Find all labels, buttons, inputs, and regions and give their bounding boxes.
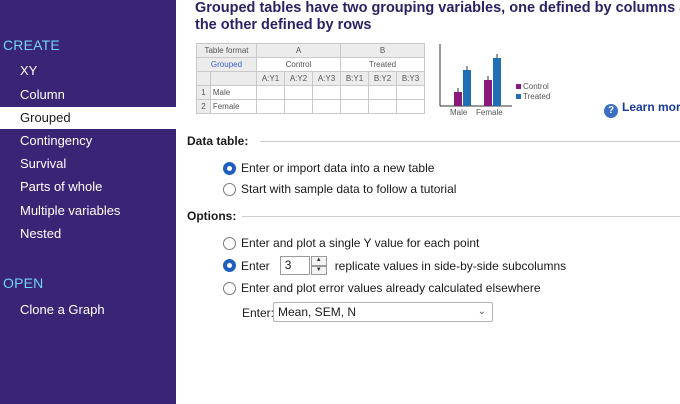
- table-cell: [284, 99, 313, 114]
- bar-female-control: [484, 80, 492, 106]
- row-title: Male: [209, 85, 258, 100]
- row-number: 2: [196, 99, 211, 114]
- radio-label: Enter and plot a single Y value for each…: [241, 236, 480, 250]
- radio-option-replicates[interactable]: Enter 3 ▲ ▼ replicate values in side-by-…: [223, 256, 566, 275]
- sidebar: CREATE XY Column Grouped Contingency Sur…: [0, 0, 176, 404]
- radio-button[interactable]: [223, 281, 236, 295]
- table-cell: [368, 85, 397, 100]
- sidebar-item-column[interactable]: Column: [0, 84, 176, 106]
- help-icon: ?: [604, 104, 618, 118]
- section-divider: [260, 141, 680, 142]
- radio-label: Enter or import data into a new table: [241, 161, 435, 175]
- row-title: Female: [209, 99, 258, 114]
- radio-label-suffix: replicate values in side-by-side subcolu…: [334, 258, 567, 273]
- radio-label: Enter: [241, 258, 270, 273]
- radio-label: Start with sample data to follow a tutor…: [241, 182, 457, 196]
- legend-swatch-control: [516, 84, 521, 89]
- group-b-name: Treated: [340, 57, 425, 72]
- table-cell: [396, 99, 425, 114]
- radio-option-sample-data[interactable]: Start with sample data to follow a tutor…: [223, 182, 456, 196]
- bar-male-control: [454, 92, 462, 106]
- subcolumn-header: B:Y2: [368, 71, 397, 86]
- grouped-table-illustration: Table format A B Grouped Control Treated…: [196, 43, 425, 114]
- group-a-header: A: [256, 43, 341, 58]
- subcolumn-header: A:Y1: [256, 71, 285, 86]
- increment-icon[interactable]: ▲: [310, 256, 327, 266]
- radio-button[interactable]: [223, 182, 236, 196]
- sidebar-item-grouped[interactable]: Grouped: [0, 107, 176, 129]
- sidebar-item-parts-of-whole[interactable]: Parts of whole: [0, 176, 176, 198]
- sidebar-item-multiple-variables[interactable]: Multiple variables: [0, 200, 176, 222]
- data-table-section-title: Data table:: [187, 134, 249, 148]
- radio-button[interactable]: [223, 161, 236, 175]
- headline-line-1: Grouped tables have two grouping variabl…: [195, 0, 680, 16]
- table-cell: [256, 99, 285, 114]
- row-number: 1: [196, 85, 211, 100]
- decrement-icon[interactable]: ▼: [310, 265, 327, 275]
- radio-button[interactable]: [223, 259, 236, 272]
- headline-line-2: the other defined by rows: [195, 17, 372, 33]
- corner-cell: [209, 71, 258, 86]
- bar-male-treated: [463, 70, 471, 106]
- subcolumn-header: B:Y1: [340, 71, 369, 86]
- subcolumn-header: A:Y3: [312, 71, 341, 86]
- section-divider: [242, 216, 680, 217]
- sidebar-item-xy[interactable]: XY: [0, 60, 176, 82]
- radio-option-new-table[interactable]: Enter or import data into a new table: [223, 161, 434, 175]
- select-value: Mean, SEM, N: [278, 305, 357, 319]
- page-title: Grouped tables have two grouping variabl…: [195, 0, 680, 34]
- sidebar-item-survival[interactable]: Survival: [0, 153, 176, 175]
- subcolumn-header: B:Y3: [396, 71, 425, 86]
- sidebar-item-clone-graph[interactable]: Clone a Graph: [0, 299, 176, 321]
- create-header: CREATE: [3, 37, 60, 53]
- subcolumn-header: A:Y2: [284, 71, 313, 86]
- x-label-female: Female: [476, 108, 503, 117]
- radio-option-error-values[interactable]: Enter and plot error values already calc…: [223, 281, 541, 295]
- learn-more-link[interactable]: ? Learn more: [604, 100, 680, 118]
- legend-treated: Treated: [523, 92, 550, 101]
- x-label-male: Male: [450, 108, 468, 117]
- sidebar-item-nested[interactable]: Nested: [0, 223, 176, 245]
- stepper-buttons[interactable]: ▲ ▼: [310, 256, 327, 275]
- table-cell: [284, 85, 313, 100]
- table-cell: [256, 85, 285, 100]
- radio-option-single-y[interactable]: Enter and plot a single Y value for each…: [223, 236, 479, 250]
- open-header: OPEN: [3, 275, 44, 291]
- table-cell: [396, 85, 425, 100]
- table-format-value: Grouped: [196, 57, 257, 72]
- legend-swatch-treated: [516, 94, 521, 99]
- enter-select-label: Enter:: [242, 306, 275, 320]
- group-b-header: B: [340, 43, 425, 58]
- replicate-count-input[interactable]: 3: [279, 256, 310, 275]
- learn-more-label: Learn more: [622, 100, 680, 114]
- table-cell: [312, 99, 341, 114]
- replicate-count-stepper[interactable]: 3 ▲ ▼: [279, 256, 327, 275]
- grouped-bar-chart-illustration: Control Treated Male Female: [439, 44, 550, 117]
- chevron-down-icon: ⌄: [477, 306, 486, 317]
- table-cell: [340, 85, 369, 100]
- group-a-name: Control: [256, 57, 341, 72]
- table-format-label: Table format: [196, 43, 257, 58]
- main-panel: Grouped tables have two grouping variabl…: [176, 0, 680, 404]
- radio-label: Enter and plot error values already calc…: [241, 281, 541, 295]
- radio-button[interactable]: [223, 236, 236, 250]
- legend-control: Control: [523, 82, 549, 91]
- corner-cell: [196, 71, 211, 86]
- table-cell: [368, 99, 397, 114]
- table-cell: [312, 85, 341, 100]
- sidebar-item-contingency[interactable]: Contingency: [0, 130, 176, 152]
- error-format-select[interactable]: Mean, SEM, N ⌄: [273, 302, 493, 322]
- table-cell: [340, 99, 369, 114]
- options-section-title: Options:: [187, 209, 237, 223]
- bar-female-treated: [493, 58, 501, 106]
